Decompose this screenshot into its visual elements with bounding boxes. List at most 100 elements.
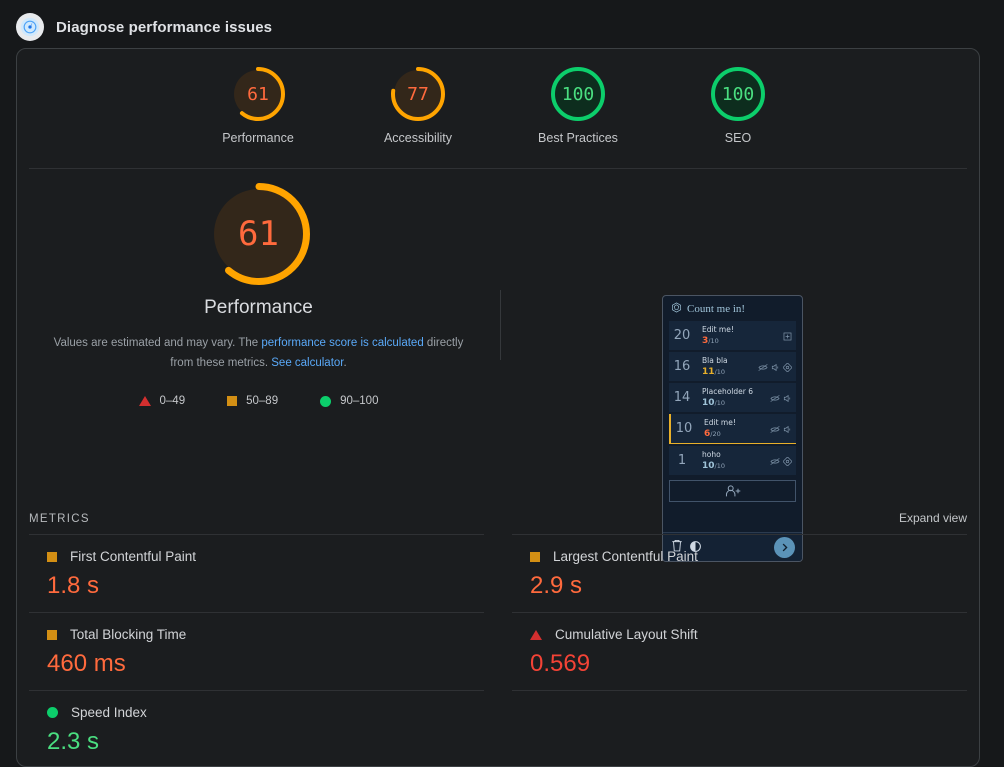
metric-value: 0.569 (530, 650, 591, 677)
row-number: 1 (677, 453, 687, 468)
metric-value: 2.9 s (530, 572, 583, 599)
metrics-empty-cell (512, 690, 967, 766)
metrics-header: METRICS Expand view (17, 511, 979, 525)
legend-item: 90–100 (320, 395, 378, 407)
metric-name: Speed Index (71, 705, 147, 720)
see-calculator-link[interactable]: See calculator (271, 357, 343, 369)
metric-value: 460 ms (47, 650, 126, 677)
metric-name: First Contentful Paint (70, 549, 197, 564)
triangle-swatch-icon (530, 629, 542, 640)
score-legend: 0–49 50–89 90–100 (138, 395, 378, 407)
gauge-value: 77 (407, 83, 429, 105)
gauge-value: 100 (721, 83, 755, 105)
metric-name: Largest Contentful Paint (553, 549, 698, 564)
metric-card[interactable]: First Contentful Paint 1.8 s (29, 534, 484, 612)
lighthouse-icon (16, 13, 44, 41)
screenshot-list-item: 10 Edit me! 6/20 (669, 414, 796, 444)
metric-card[interactable]: Cumulative Layout Shift 0.569 (512, 612, 967, 690)
row-body: Edit me! 3/10 (702, 324, 776, 347)
performance-gauge-label: Performance (204, 297, 313, 318)
volume-icon (783, 388, 792, 407)
triangle-swatch-icon (138, 396, 151, 406)
metrics-title: METRICS (29, 513, 90, 525)
gauge-value: 61 (247, 83, 269, 105)
square-swatch-icon (47, 629, 57, 640)
metric-name: Total Blocking Time (70, 627, 187, 642)
gauge-ring: 61 (231, 67, 285, 121)
page-title: Diagnose performance issues (56, 18, 273, 36)
row-body: Edit me! 6/20 (704, 417, 763, 440)
circle-swatch-icon (47, 707, 58, 718)
row-name: Placeholder 6 (702, 387, 753, 396)
gauge-ring: 100 (551, 67, 605, 121)
report-card: 61 Performance 77 Accessibility 100 Best Prac… (16, 48, 980, 767)
diamond-icon (782, 451, 793, 470)
metric-card[interactable]: Speed Index 2.3 s (29, 690, 484, 766)
row-score: 6/20 (704, 429, 721, 439)
row-body: Bla bla 11/10 (702, 355, 751, 378)
row-number: 10 (675, 421, 693, 436)
gauge-ring: 77 (391, 67, 445, 121)
metric-header: Largest Contentful Paint (530, 549, 967, 564)
legend-item: 0–49 (138, 395, 186, 407)
row-icons (770, 449, 793, 472)
screenshot-list-item: 20 Edit me! 3/10 (669, 321, 796, 350)
row-number: 14 (673, 390, 691, 405)
row-number: 16 (673, 359, 691, 374)
metric-card[interactable]: Largest Contentful Paint 2.9 s (512, 534, 967, 612)
score-gauge-accessibility[interactable]: 77 Accessibility (370, 67, 466, 145)
row-score: 10/10 (702, 461, 725, 471)
row-icons (783, 324, 792, 347)
eye-off-icon (770, 451, 780, 470)
metric-name: Cumulative Layout Shift (555, 627, 698, 642)
legend-label: 50–89 (246, 395, 279, 407)
screenshot-list-item: 1 hoho 10/10 (669, 446, 796, 475)
screenshot-app-title-text: Count me in! (687, 303, 746, 315)
page-header: Diagnose performance issues (0, 0, 1004, 44)
row-icons (770, 417, 792, 440)
volume-icon (783, 419, 792, 438)
score-gauge-seo[interactable]: 100 SEO (690, 67, 786, 145)
screenshot-row-list: 20 Edit me! 3/10 16 Bla bla 11/10 14 Placeholde… (663, 321, 802, 475)
performance-gauge-value: 61 (238, 214, 279, 254)
vertical-divider (500, 290, 501, 360)
d20-dice-icon (671, 302, 682, 316)
eye-off-icon (770, 388, 780, 407)
performance-summary: 61 Performance Values are estimated and … (17, 145, 500, 407)
legend-label: 0–49 (159, 395, 186, 407)
row-icons (758, 355, 793, 378)
performance-gauge: 61 (207, 183, 310, 285)
metric-card[interactable]: Total Blocking Time 460 ms (29, 612, 484, 690)
score-gauge-best-practices[interactable]: 100 Best Practices (530, 67, 626, 145)
eye-off-icon (770, 419, 780, 438)
row-name: Edit me! (702, 325, 734, 334)
row-name: Edit me! (704, 418, 736, 427)
eye-off-icon (758, 357, 768, 376)
row-score: 11/10 (702, 367, 725, 377)
square-swatch-icon (530, 551, 540, 562)
performance-score-link[interactable]: performance score is calculated (261, 337, 423, 349)
row-body: Placeholder 6 10/10 (702, 386, 763, 409)
performance-detail-section: 61 Performance Values are estimated and … (17, 145, 979, 562)
screenshot-app-title: Count me in! (663, 296, 802, 321)
score-disclaimer: Values are estimated and may vary. The p… (49, 333, 469, 373)
gauge-label: Performance (222, 131, 294, 145)
metric-value: 1.8 s (47, 572, 100, 599)
legend-label: 90–100 (340, 395, 379, 407)
lighthouse-report-page: Diagnose performance issues 61 Performanc… (0, 0, 1004, 767)
circle-swatch-icon (320, 395, 332, 407)
square-swatch-icon (227, 396, 238, 406)
expand-view-button[interactable]: Expand view (899, 511, 967, 525)
row-name: hoho (702, 450, 721, 459)
plus-box-icon (783, 326, 792, 345)
metric-header: Speed Index (47, 705, 484, 720)
metrics-grid: First Contentful Paint 1.8 s Largest Conte… (17, 534, 979, 766)
add-person-icon (669, 480, 796, 502)
final-screenshot-thumbnail: Count me in! 20 Edit me! 3/10 16 Bla bla 11/1… (662, 295, 803, 562)
screenshot-list-item: 16 Bla bla 11/10 (669, 352, 796, 381)
gauge-value: 100 (561, 83, 595, 105)
gauge-label: SEO (724, 131, 752, 145)
score-gauge-performance[interactable]: 61 Performance (210, 67, 306, 145)
screenshot-list-item: 14 Placeholder 6 10/10 (669, 383, 796, 412)
row-score: 10/10 (702, 398, 725, 408)
